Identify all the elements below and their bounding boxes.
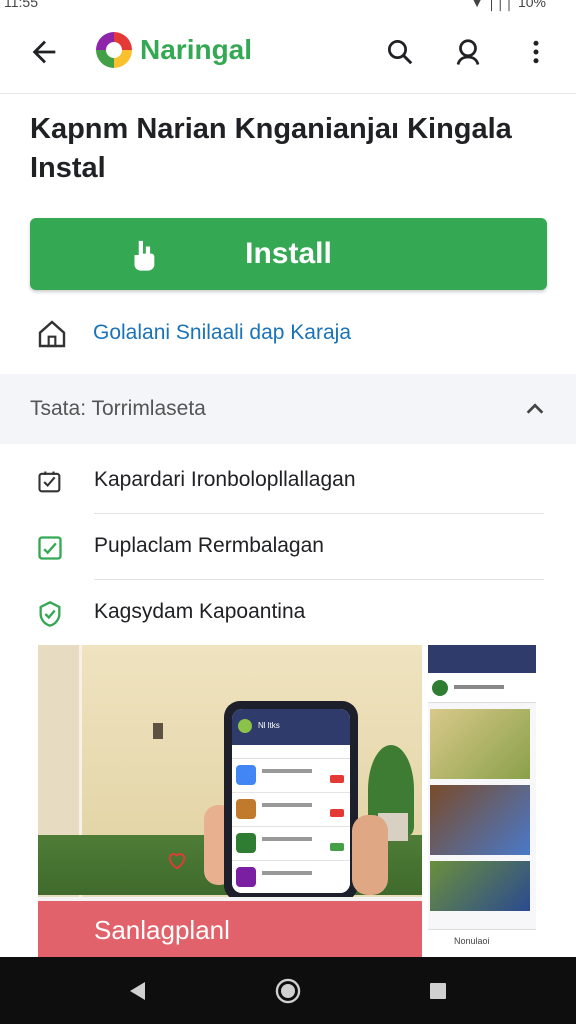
side-profile-row xyxy=(428,673,536,703)
section-header[interactable]: Tsata: Torrimlaseta xyxy=(0,374,576,444)
wall-switch xyxy=(153,723,163,739)
checklist-icon xyxy=(38,471,61,493)
banner-label: Sanlagplanl xyxy=(94,915,230,945)
heart-icon xyxy=(168,853,186,870)
verified-shield-icon xyxy=(39,601,61,627)
phone-tabs xyxy=(232,745,350,759)
install-label: Install xyxy=(245,237,332,270)
app-bar: Naringal xyxy=(0,14,576,94)
back-arrow-icon xyxy=(32,40,56,64)
screenshot-banner: Sanlagplanl xyxy=(38,897,422,957)
phone-header-title: Nl ltks xyxy=(258,721,280,730)
nav-back-button[interactable] xyxy=(124,977,152,1005)
screenshot-secondary[interactable]: Nonulaoi xyxy=(428,645,536,957)
side-footer-title: Nonulaoi xyxy=(454,936,490,946)
nav-recents-button[interactable] xyxy=(424,977,452,1005)
chevron-up-icon xyxy=(526,403,544,414)
list-item[interactable]: Kapardari Ironbolopllallagan xyxy=(36,448,544,514)
install-button[interactable]: Install xyxy=(30,218,547,290)
side-footer: Nonulaoi xyxy=(428,929,536,957)
phone-list-item xyxy=(232,861,350,893)
recents-square-icon xyxy=(430,983,446,999)
home-icon xyxy=(38,320,66,348)
list-item[interactable]: Kagsydam Kapoantina xyxy=(36,580,544,646)
phone-screen: Nl ltks xyxy=(232,709,350,893)
phone-mockup: Nl ltks xyxy=(224,701,358,901)
permission-label: Kagsydam Kapoantina xyxy=(94,600,306,623)
phone-list-item xyxy=(232,827,350,861)
phone-list-item xyxy=(232,759,350,793)
search-button[interactable] xyxy=(382,34,418,70)
status-icons: ▼ │││ 10% xyxy=(470,0,546,10)
app-title: Kapnm Narian Knganianjaı Kingala Instal xyxy=(30,113,512,184)
section-label: Tsata: Torrimlaseta xyxy=(30,397,206,420)
developer-home-link[interactable]: Golalani Snilaali dap Karaja xyxy=(36,316,536,352)
screenshot-carousel[interactable]: Nl ltks Sanlagplanl Nonulaoi xyxy=(38,645,536,957)
phone-list-item xyxy=(232,793,350,827)
more-options-button[interactable] xyxy=(518,34,554,70)
home-link-label: Golalani Snilaali dap Karaja xyxy=(93,321,351,344)
home-circle-icon xyxy=(275,978,301,1004)
back-button[interactable] xyxy=(24,32,64,72)
system-nav-bar xyxy=(0,957,576,1024)
status-bar: 11:55 ▼ │││ 10% xyxy=(0,0,576,14)
side-header xyxy=(428,645,536,673)
list-item[interactable]: Puplaclam Rermbalagan xyxy=(36,514,544,580)
permission-label: Kapardari Ironbolopllallagan xyxy=(94,468,356,491)
hand-right xyxy=(352,815,388,895)
permission-label: Puplaclam Rermbalagan xyxy=(94,534,324,557)
checkbox-icon xyxy=(38,536,62,560)
phone-logo xyxy=(238,719,252,733)
side-image xyxy=(430,861,530,911)
side-image xyxy=(430,709,530,779)
side-image xyxy=(430,785,530,855)
brand-name: Naringal xyxy=(140,34,253,65)
back-triangle-icon xyxy=(130,982,145,1000)
account-icon xyxy=(456,39,480,65)
nav-home-button[interactable] xyxy=(274,977,302,1005)
status-time: 11:55 xyxy=(4,0,38,10)
screenshot-main[interactable]: Nl ltks Sanlagplanl xyxy=(38,645,422,957)
phone-screen-header: Nl ltks xyxy=(232,709,350,745)
touch-hand-icon xyxy=(134,240,155,271)
search-icon xyxy=(388,40,413,65)
more-vert-icon xyxy=(533,40,539,64)
brand-logo xyxy=(96,32,132,68)
account-button[interactable] xyxy=(450,34,486,70)
